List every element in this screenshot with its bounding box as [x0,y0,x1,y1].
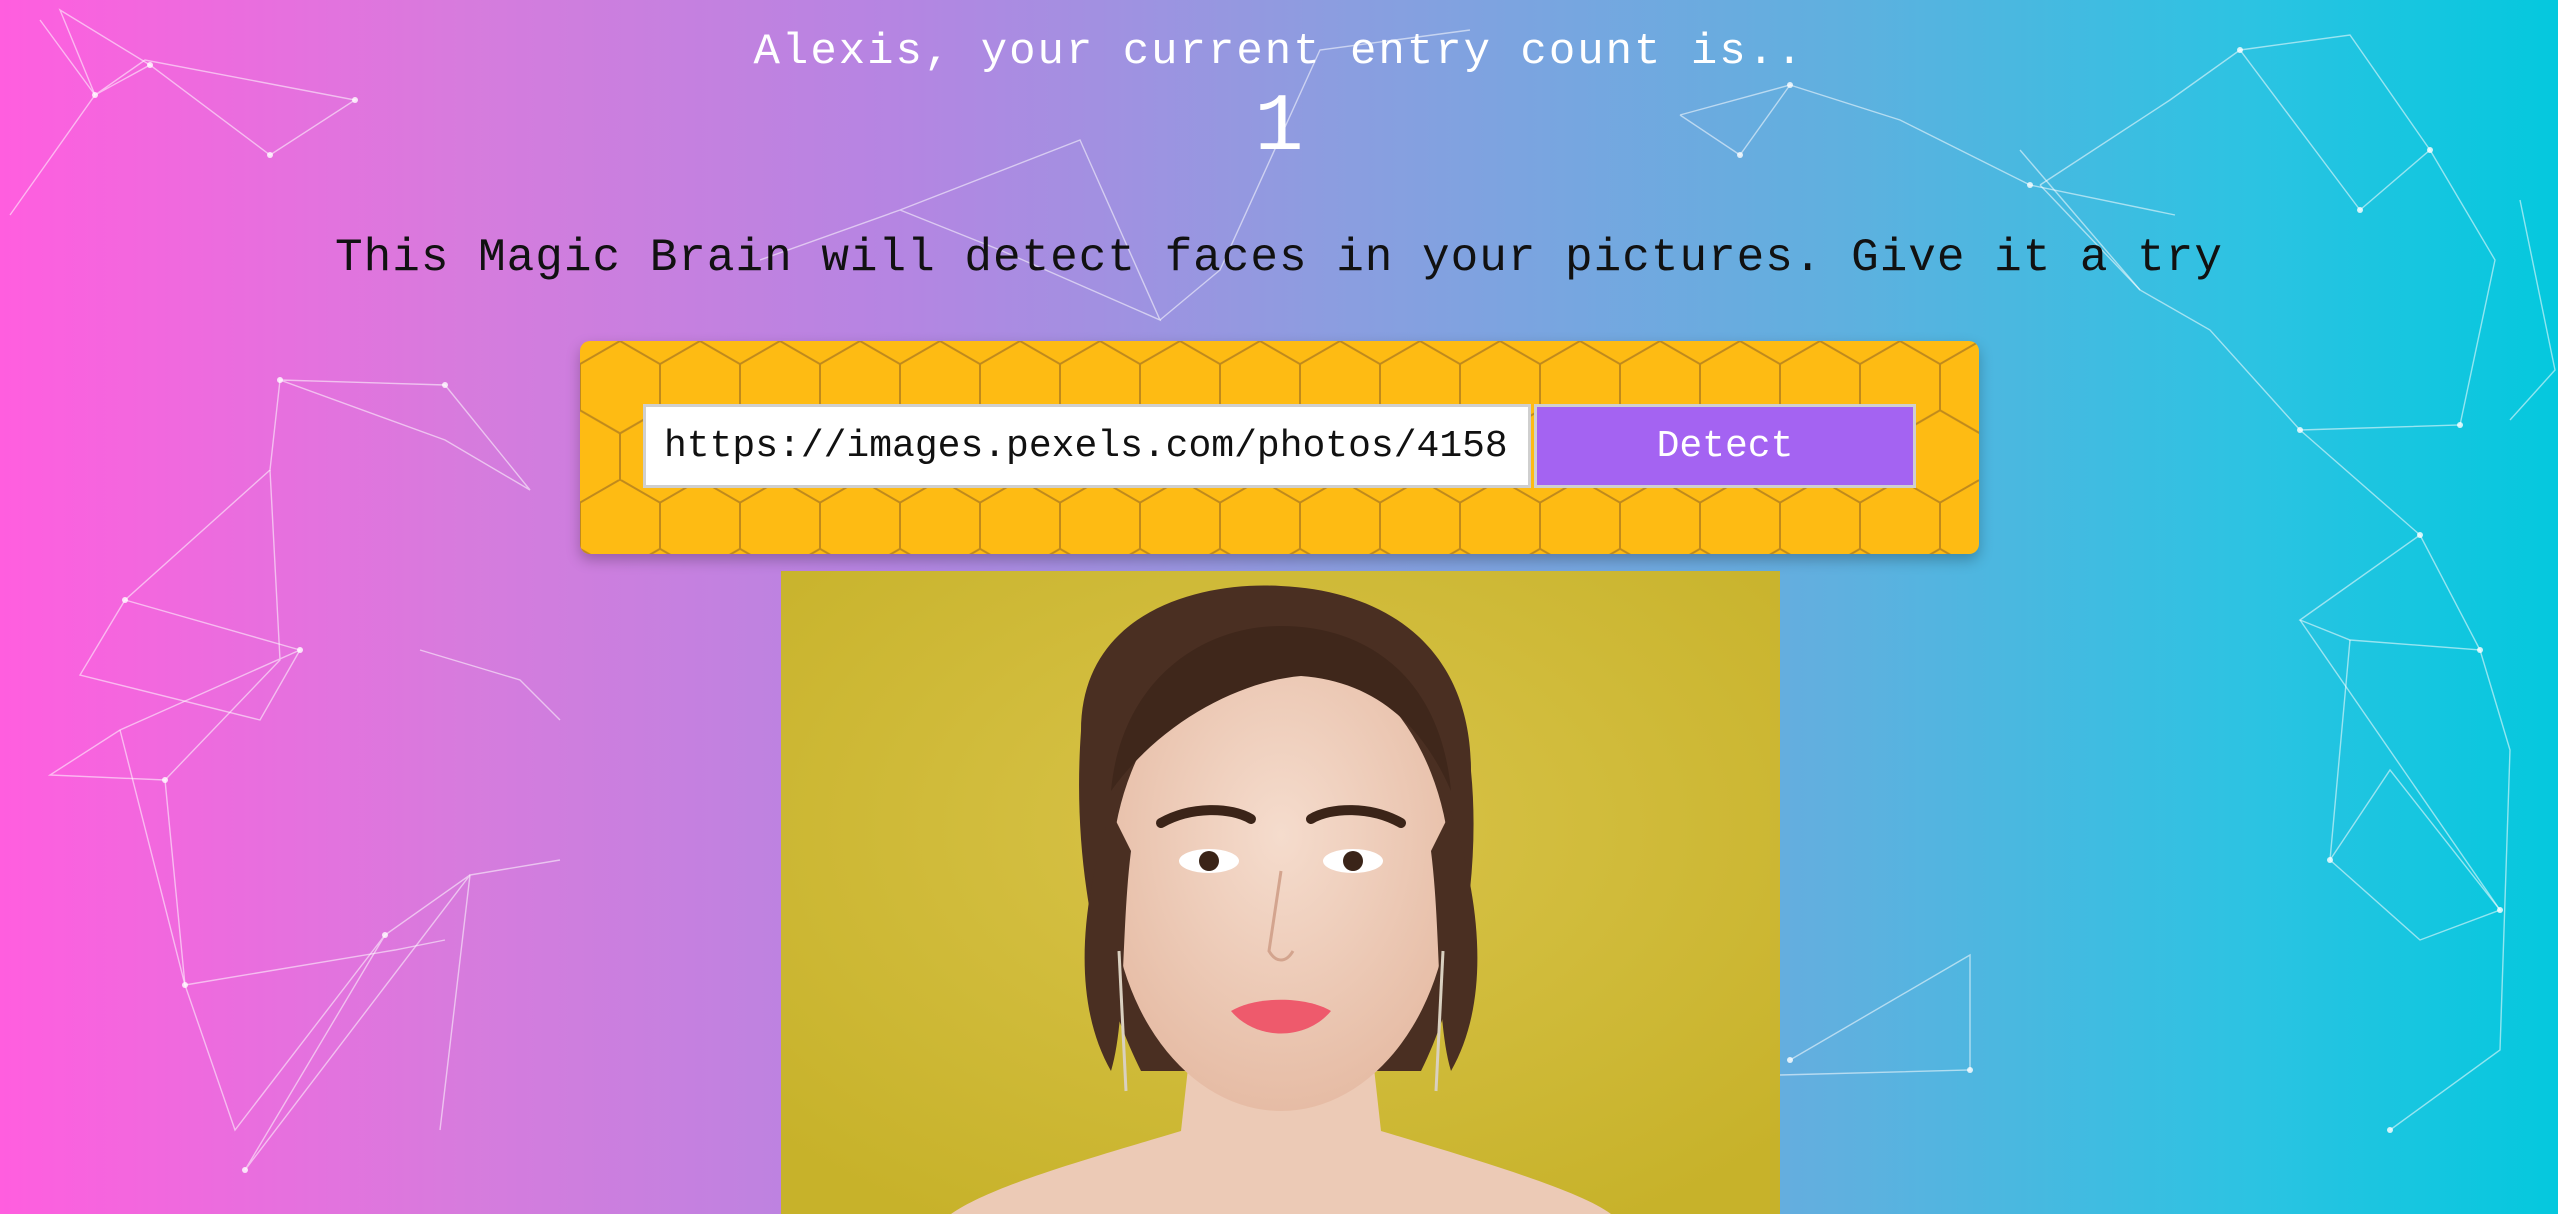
portrait-photo [781,571,1780,1214]
entry-count-header: Alexis, your current entry count is.. 1 [0,22,2558,178]
detect-button[interactable]: Detect [1534,404,1916,488]
entry-count: 1 [1254,81,1304,174]
image-link-form: Detect [580,341,1979,554]
greeting-text: Alexis, your current entry count is.. [753,27,1805,77]
tagline-text: This Magic Brain will detect faces in yo… [335,232,2223,284]
face-detection-image [781,571,1780,1214]
image-url-input[interactable] [643,404,1531,488]
